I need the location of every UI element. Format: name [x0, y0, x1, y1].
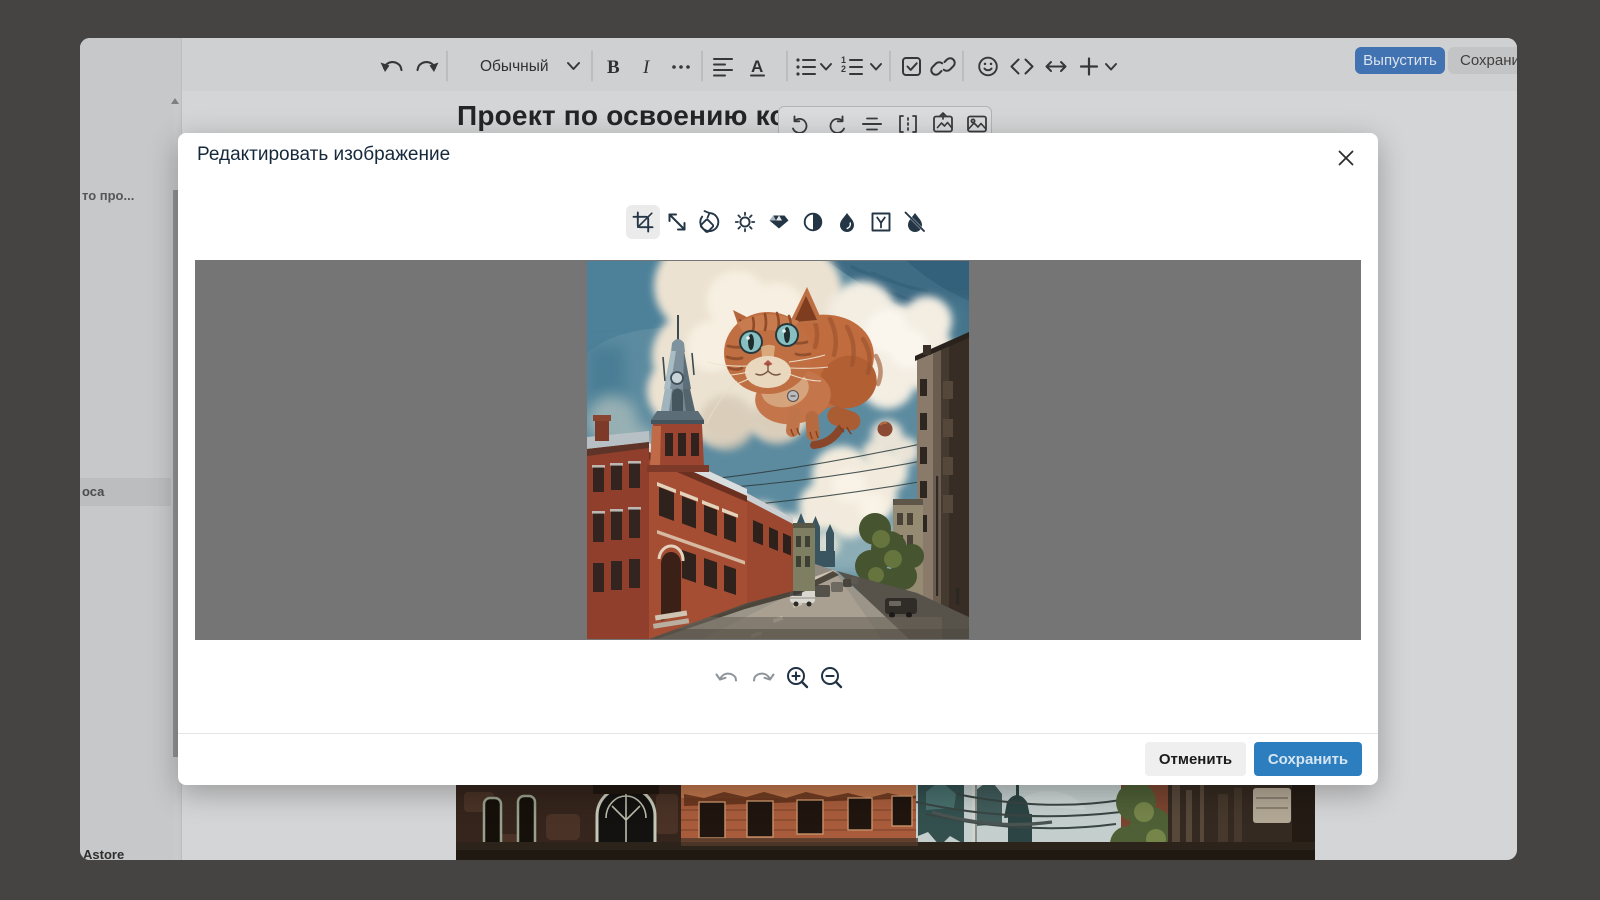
svg-text:A: A: [751, 57, 763, 76]
svg-text:2: 2: [841, 64, 846, 74]
svg-text:B: B: [607, 57, 620, 78]
svg-text:I: I: [642, 57, 651, 78]
